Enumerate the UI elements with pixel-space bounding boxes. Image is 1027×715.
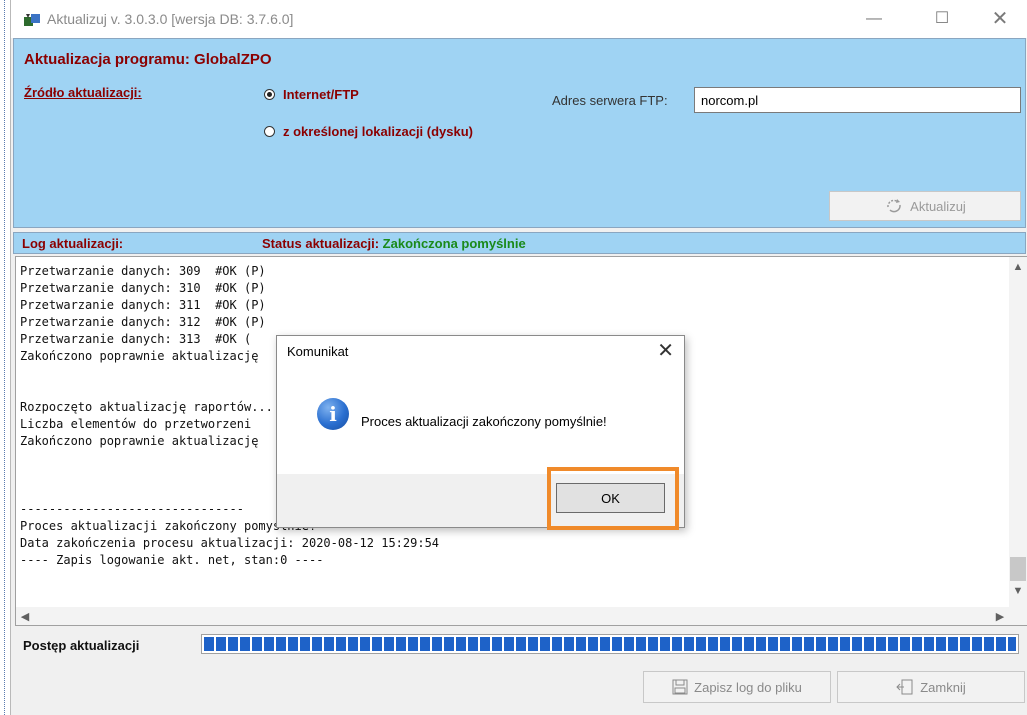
log-line: Przetwarzanie danych: 310 #OK (P) <box>20 281 266 295</box>
status-label-text: Status aktualizacji: <box>262 236 380 251</box>
close-app-button[interactable]: Zamknij <box>837 671 1025 703</box>
status-label: Status aktualizacji: Zakończona pomyślni… <box>262 236 526 251</box>
window-edge-guide <box>4 0 6 715</box>
dialog-title: Komunikat <box>287 344 349 359</box>
save-log-label: Zapisz log do pliku <box>694 679 802 695</box>
progress-label: Postęp aktualizacji <box>23 638 140 653</box>
log-line: Przetwarzanie danych: 309 #OK (P) <box>20 264 266 278</box>
radio-internet-ftp[interactable]: Internet/FTP <box>264 87 359 102</box>
update-button-label: Aktualizuj <box>910 198 966 214</box>
radio-internet-label: Internet/FTP <box>283 87 359 102</box>
save-log-button[interactable]: Zapisz log do pliku <box>643 671 831 703</box>
scroll-up-icon[interactable]: ▲ <box>1009 261 1027 273</box>
vertical-scrollbar[interactable]: ▲ ▼ <box>1009 257 1027 607</box>
minimize-button[interactable]: — <box>861 8 887 30</box>
close-app-label: Zamknij <box>920 679 966 695</box>
log-label: Log aktualizacji: <box>22 236 124 251</box>
floppy-disk-icon <box>672 679 688 695</box>
log-line: ---- Zapis logowanie akt. net, stan:0 --… <box>20 553 324 567</box>
progress-fill <box>204 637 1016 651</box>
ftp-server-input[interactable] <box>694 87 1021 113</box>
radio-selected-icon[interactable] <box>264 89 275 100</box>
scroll-right-icon[interactable]: ▶ <box>991 610 1009 623</box>
scroll-down-icon[interactable]: ▼ <box>1009 585 1027 597</box>
app-logo-icon <box>24 14 40 26</box>
exit-door-icon <box>896 679 913 695</box>
horizontal-scrollbar[interactable]: ◀ ▶ <box>16 607 1027 625</box>
progress-bar <box>201 634 1019 654</box>
update-settings-panel: Aktualizacja programu: GlobalZPO Źródło … <box>13 38 1026 228</box>
title-bar: Aktualizuj v. 3.0.3.0 [wersja DB: 3.7.6.… <box>11 0 1027 38</box>
log-line: Data zakończenia procesu aktualizacji: 2… <box>20 536 440 550</box>
update-button[interactable]: Aktualizuj <box>829 191 1021 221</box>
source-label: Źródło aktualizacji: <box>24 85 142 100</box>
refresh-icon <box>887 199 901 213</box>
info-icon: i <box>317 398 349 430</box>
panel-heading: Aktualizacja programu: GlobalZPO <box>24 51 272 68</box>
log-line: Przetwarzanie danych: 311 #OK (P) <box>20 298 266 312</box>
dialog-close-button[interactable]: ✕ <box>657 338 674 363</box>
log-line: Przetwarzanie danych: 312 #OK (P) <box>20 315 266 329</box>
scroll-thumb[interactable] <box>1010 557 1026 581</box>
dialog-message: Proces aktualizacji zakończony pomyślnie… <box>361 414 607 429</box>
maximize-button[interactable]: ☐ <box>929 8 955 30</box>
window-title: Aktualizuj v. 3.0.3.0 [wersja DB: 3.7.6.… <box>47 11 294 27</box>
ftp-server-label: Adres serwera FTP: <box>552 93 668 108</box>
ok-button[interactable]: OK <box>556 483 665 513</box>
scroll-left-icon[interactable]: ◀ <box>16 610 34 623</box>
radio-local-label: z określonej lokalizacji (dysku) <box>283 124 474 139</box>
log-header-bar: Log aktualizacji: Status aktualizacji: Z… <box>13 232 1026 254</box>
window-close-button[interactable]: ✕ <box>987 8 1013 30</box>
status-value: Zakończona pomyślnie <box>382 236 526 251</box>
message-dialog: Komunikat ✕ i Proces aktualizacji zakońc… <box>276 335 685 530</box>
radio-unselected-icon[interactable] <box>264 126 275 137</box>
radio-local-disk[interactable]: z określonej lokalizacji (dysku) <box>264 124 473 139</box>
